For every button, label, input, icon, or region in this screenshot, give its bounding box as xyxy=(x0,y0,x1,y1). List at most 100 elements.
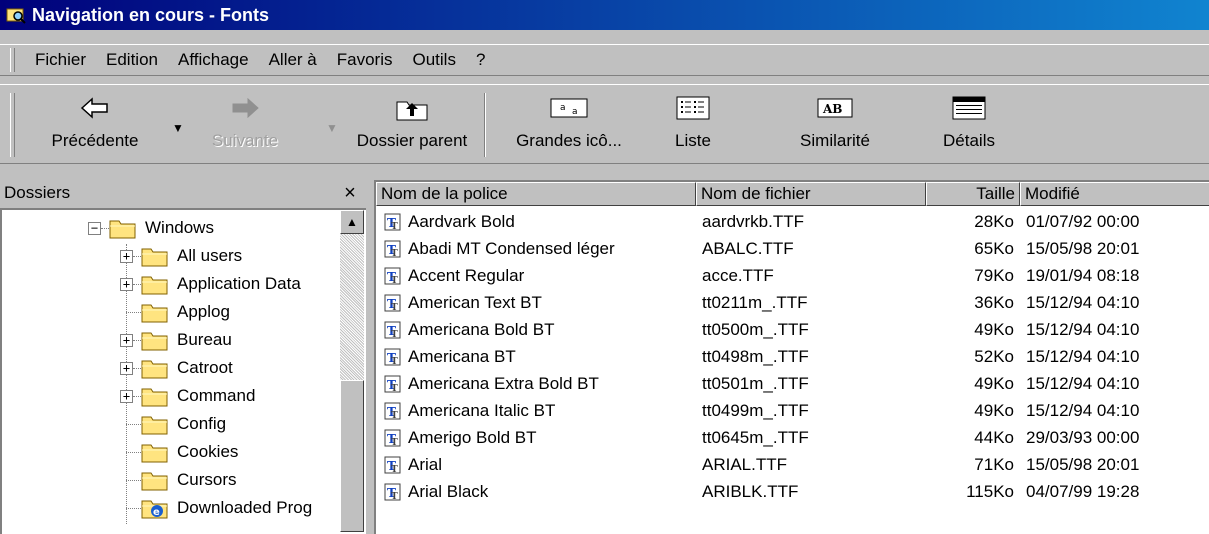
font-row[interactable]: T T Americana Bold BT tt0500m_.TTF 49Ko 15/12… xyxy=(376,316,1209,344)
modified-date: 15/05/98 20:01 xyxy=(1026,455,1140,474)
tree-item[interactable]: − Windows xyxy=(88,214,214,242)
tree-item[interactable]: + Application Data xyxy=(120,270,301,298)
file-name: acce.TTF xyxy=(702,266,774,285)
back-dropdown-icon[interactable]: ▼ xyxy=(172,121,184,135)
font-row[interactable]: T T American Text BT tt0211m_.TTF 36Ko 15/12/… xyxy=(376,289,1209,317)
tree-item-label: Config xyxy=(177,414,227,433)
file-size: 115Ko xyxy=(966,482,1014,501)
large-icons-button[interactable]: a a Grandes icô... xyxy=(494,89,644,159)
font-name: Arial Black xyxy=(408,482,489,501)
column-header-size[interactable]: Taille xyxy=(926,182,1020,206)
toolbar-separator xyxy=(484,93,486,157)
back-button[interactable]: Précédente xyxy=(30,89,160,159)
menu-edition[interactable]: Edition xyxy=(96,48,168,72)
tree-item-label: All users xyxy=(177,246,243,265)
similarity-label: Similarité xyxy=(800,131,870,150)
tree-item-label: Command xyxy=(177,386,256,405)
font-row[interactable]: T T Americana Extra Bold BT tt0501m_.TTF 49K… xyxy=(376,370,1209,398)
folder-icon xyxy=(141,444,168,463)
svg-text:T: T xyxy=(391,438,398,447)
svg-text:T: T xyxy=(391,465,398,474)
truetype-font-icon: TT xyxy=(384,402,401,420)
column-header-file-name[interactable]: Nom de fichier xyxy=(696,182,926,206)
font-row[interactable]: T T Americana BT tt0498m_.TTF 52Ko 15/12/94 0… xyxy=(376,343,1209,371)
expand-icon[interactable]: + xyxy=(120,389,133,403)
font-name: Accent Regular xyxy=(408,266,525,285)
font-row[interactable]: T T Arial ARIAL.TTF 71Ko 15/05/98 20:01 xyxy=(376,451,1209,479)
toolbar: Précédente ▼ Suivante ▼ Dossier parent a… xyxy=(0,84,1209,164)
tree-item[interactable]: + Command xyxy=(120,382,255,410)
folder-icon xyxy=(141,332,168,351)
tree-item-label: Cursors xyxy=(177,470,237,489)
svg-text:T: T xyxy=(391,330,398,339)
menu-fichier[interactable]: Fichier xyxy=(25,48,96,72)
menu-favoris[interactable]: Favoris xyxy=(327,48,403,72)
close-icon[interactable]: × xyxy=(340,182,360,205)
modified-date: 01/07/92 00:00 xyxy=(1026,212,1140,231)
folder-tree-scrollbar[interactable]: ▲ xyxy=(340,210,364,532)
menu-aller-a[interactable]: Aller à xyxy=(259,48,327,72)
font-row[interactable]: T T Amerigo Bold BT tt0645m_.TTF 44Ko 29/03/9… xyxy=(376,424,1209,452)
file-name: tt0501m_.TTF xyxy=(702,374,809,393)
scroll-up-icon[interactable]: ▲ xyxy=(340,210,364,234)
folder-icon xyxy=(141,360,168,379)
tree-item[interactable]: e Downloaded Prog xyxy=(120,494,312,522)
tree-item[interactable]: + All users xyxy=(120,242,242,270)
svg-text:T: T xyxy=(391,303,398,312)
details-view-button[interactable]: Détails xyxy=(934,89,1004,159)
forward-button[interactable]: Suivante xyxy=(200,89,290,159)
modified-date: 15/12/94 04:10 xyxy=(1026,293,1140,312)
truetype-font-icon: TT xyxy=(384,240,401,258)
tree-item[interactable]: Applog xyxy=(120,298,230,326)
tree-item[interactable]: Cursors xyxy=(120,466,237,494)
truetype-font-icon: TT xyxy=(384,294,401,312)
toolbar-grip[interactable] xyxy=(10,93,15,157)
font-name: Aardvark Bold xyxy=(408,212,515,231)
font-name: Americana Italic BT xyxy=(408,401,556,420)
column-header-modified[interactable]: Modifié xyxy=(1020,182,1209,206)
menu-help[interactable]: ? xyxy=(466,48,495,72)
expand-icon[interactable]: + xyxy=(120,361,133,375)
font-name: Americana Extra Bold BT xyxy=(408,374,599,393)
modified-date: 15/12/94 04:10 xyxy=(1026,401,1140,420)
file-name: ARIBLK.TTF xyxy=(702,482,799,501)
menu-outils[interactable]: Outils xyxy=(403,48,466,72)
column-header-font-name[interactable]: Nom de la police xyxy=(376,182,696,206)
back-arrow-icon xyxy=(80,97,108,119)
font-row[interactable]: T T Aardvark Bold aardvrkb.TTF 28Ko 01/07/92 … xyxy=(376,208,1209,236)
tree-item[interactable]: + Catroot xyxy=(120,354,233,382)
svg-text:AB: AB xyxy=(822,102,842,116)
menu-bar: Fichier Edition Affichage Aller à Favori… xyxy=(0,44,1209,76)
expand-icon[interactable]: + xyxy=(120,249,133,263)
tree-item[interactable]: Config xyxy=(120,410,226,438)
truetype-font-icon: TT xyxy=(384,429,401,447)
truetype-font-icon: TT xyxy=(384,456,401,474)
collapse-icon[interactable]: − xyxy=(88,221,101,235)
scroll-thumb[interactable] xyxy=(340,380,364,532)
large-icons-label: Grandes icô... xyxy=(516,131,622,150)
list-view-button[interactable]: Liste xyxy=(668,89,718,159)
menu-grip[interactable] xyxy=(10,48,15,72)
tree-item[interactable]: Cookies xyxy=(120,438,238,466)
expand-icon[interactable]: + xyxy=(120,333,133,347)
font-row[interactable]: T T Americana Italic BT tt0499m_.TTF 49Ko 15/… xyxy=(376,397,1209,425)
file-size: 79Ko xyxy=(974,266,1014,285)
font-row[interactable]: T T Arial Black ARIBLK.TTF 115Ko 04/07/99 19:… xyxy=(376,478,1209,506)
file-name: tt0498m_.TTF xyxy=(702,347,809,366)
tree-item-label: Application Data xyxy=(177,274,301,293)
font-list: Nom de la police Nom de fichier Taille M… xyxy=(374,180,1209,534)
tree-item[interactable]: + Bureau xyxy=(120,326,232,354)
similarity-button[interactable]: AB Similarité xyxy=(780,89,890,159)
expand-icon[interactable]: + xyxy=(120,277,133,291)
menu-affichage[interactable]: Affichage xyxy=(168,48,259,72)
forward-dropdown-icon[interactable]: ▼ xyxy=(326,121,338,135)
parent-folder-icon xyxy=(396,101,428,121)
file-name: tt0211m_.TTF xyxy=(702,293,808,312)
file-name: tt0645m_.TTF xyxy=(702,428,809,447)
file-name: tt0500m_.TTF xyxy=(702,320,809,339)
search-folder-icon xyxy=(6,8,26,24)
font-row[interactable]: T T Abadi MT Condensed léger ABALC.TTF 65Ko 1… xyxy=(376,235,1209,263)
font-row[interactable]: T T Accent Regular acce.TTF 79Ko 19/01/94 08:… xyxy=(376,262,1209,290)
parent-folder-button[interactable]: Dossier parent xyxy=(348,89,476,159)
folder-icon xyxy=(141,388,168,407)
